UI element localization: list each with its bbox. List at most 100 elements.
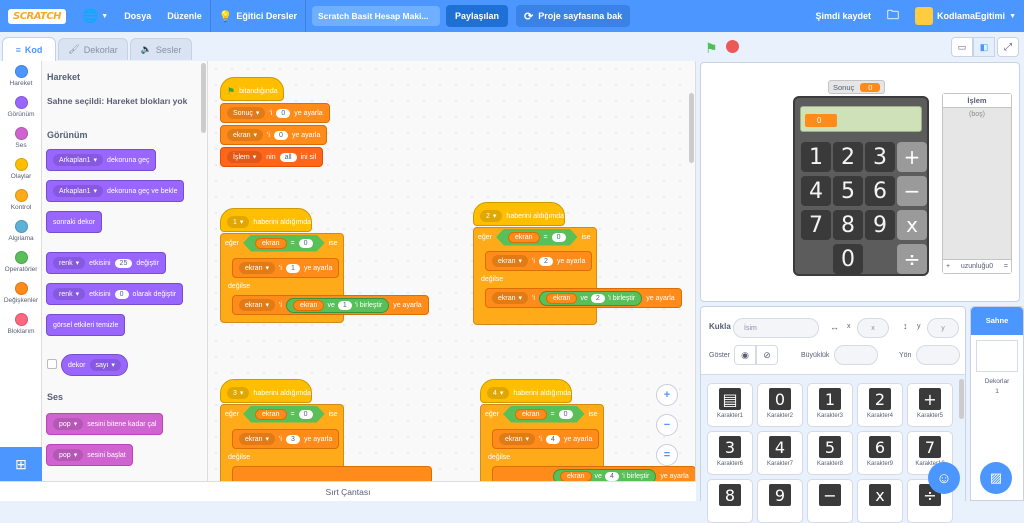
calc-key[interactable]: 4 <box>801 176 831 206</box>
category-8[interactable]: Değişkenler <box>0 278 42 309</box>
set-variable-block[interactable]: ekran'iekranve2'i birleştirye ayarla <box>485 288 682 308</box>
hide-button[interactable]: ⊘ <box>756 345 778 365</box>
y-input[interactable]: y <box>927 318 959 338</box>
choose-backdrop-button[interactable]: ▨ <box>980 462 1012 494</box>
reporter-checkbox[interactable] <box>47 359 57 369</box>
calc-key[interactable]: 7 <box>801 210 831 240</box>
category-3[interactable]: Ses <box>0 123 42 154</box>
category-5[interactable]: Kontrol <box>0 185 42 216</box>
value-input[interactable]: 0 <box>299 239 313 248</box>
sprite-tile[interactable]: 1 Karakter3 <box>807 383 853 427</box>
number-name-dropdown[interactable]: sayı <box>89 359 121 371</box>
effect-dropdown[interactable]: renk <box>53 257 86 269</box>
list-resize-handle[interactable]: = <box>1004 263 1008 270</box>
sprite-tile[interactable]: 6 Karakter9 <box>857 431 903 475</box>
sprite-name-input[interactable]: İsim <box>733 318 819 338</box>
add-extension-button[interactable]: ⊞ <box>0 447 42 481</box>
equals-operator[interactable]: ekran = 0 <box>496 229 578 246</box>
calc-key[interactable]: 1 <box>801 142 831 172</box>
calc-key[interactable]: 2 <box>833 142 863 172</box>
variable-monitor[interactable]: Sonuç 0 <box>828 80 886 94</box>
backpack[interactable]: Sırt Çantası <box>0 481 696 501</box>
edit-menu[interactable]: Düzenle <box>159 0 210 32</box>
backdrop-dropdown[interactable]: Arkaplan1 <box>53 154 104 166</box>
scratch-logo[interactable]: SCRATCH <box>8 8 67 24</box>
when-receive-hat[interactable]: 3haberini aldığımda <box>220 379 312 403</box>
when-flag-clicked-hat[interactable]: ⚑ bitandığında <box>220 77 284 101</box>
sprite-tile[interactable]: 9 <box>757 479 803 523</box>
calc-key[interactable]: − <box>897 176 927 206</box>
value-input[interactable]: 0 <box>559 410 573 419</box>
when-receive-hat[interactable]: 1haberini aldığımda <box>220 208 312 232</box>
message-dropdown[interactable]: 3 <box>227 387 250 399</box>
value-input[interactable]: 1 <box>337 300 352 310</box>
sprite-tile[interactable]: 3 Karakter6 <box>707 431 753 475</box>
palette-scrollbar[interactable] <box>201 63 206 133</box>
project-title-input[interactable]: Scratch Basit Hesap Maki... <box>311 6 440 26</box>
set-variable-block[interactable]: ekran'i2ye ayarla <box>485 251 593 271</box>
message-dropdown[interactable]: 2 <box>480 210 503 222</box>
scripts-area[interactable]: ⚑bitandığında Sonuç'i0ye ayarla ekran'i0… <box>208 61 696 481</box>
variable-dropdown[interactable]: ekran <box>239 433 276 445</box>
equals-operator[interactable]: ekran = 0 <box>243 406 325 423</box>
save-now-button[interactable]: Şimdi kaydet <box>808 0 880 32</box>
category-2[interactable]: Görünüm <box>0 92 42 123</box>
tab-sounds[interactable]: 🔈 Sesler <box>130 38 192 60</box>
set-variable-block[interactable]: ekran'i1ye ayarla <box>232 258 340 278</box>
list-monitor[interactable]: İşlem (boş) + uzunluğu0 = <box>942 93 1012 274</box>
category-4[interactable]: Olaylar <box>0 154 42 185</box>
sprite-tile[interactable]: 2 Karakter4 <box>857 383 903 427</box>
variable-reporter[interactable]: ekran <box>255 238 287 249</box>
set-variable-block[interactable]: ekran'i3ye ayarla <box>232 429 340 449</box>
list-add-button[interactable]: + <box>946 263 950 270</box>
join-operator[interactable]: ekran ve 2'i birleştir <box>538 290 643 306</box>
value-input[interactable]: 0 <box>276 108 291 118</box>
set-variable-block[interactable]: ekran'i4ye ayarla <box>492 429 600 449</box>
switch-backdrop-wait-block[interactable]: Arkaplan1dekoruna geç ve bekle <box>46 180 185 202</box>
sprite-tile[interactable]: 5 Karakter8 <box>807 431 853 475</box>
when-receive-hat[interactable]: 2haberini aldığımda <box>473 202 565 226</box>
variable-dropdown[interactable]: ekran <box>239 262 276 274</box>
variable-reporter[interactable]: ekran <box>545 292 578 304</box>
value-input[interactable]: 4 <box>545 434 560 444</box>
set-variable-block[interactable]: ekran'iekranve1'i birleştirye ayarla <box>232 295 429 315</box>
sprite-tile[interactable]: 8 <box>707 479 753 523</box>
sound-dropdown[interactable]: pop <box>53 449 84 461</box>
calc-key[interactable]: 6 <box>865 176 895 206</box>
set-variable-block[interactable] <box>232 466 432 481</box>
sprite-tile[interactable]: 0 Karakter2 <box>757 383 803 427</box>
zoom-out-button[interactable]: − <box>656 414 678 436</box>
calc-key[interactable]: ÷ <box>897 244 927 274</box>
x-input[interactable]: x <box>857 318 889 338</box>
switch-backdrop-block[interactable]: Arkaplan1dekoruna geç <box>46 149 157 171</box>
number-input[interactable]: 0 <box>114 289 129 299</box>
calc-key[interactable]: 5 <box>833 176 863 206</box>
set-effect-block[interactable]: renketkisini0olarak değiştir <box>46 283 184 305</box>
category-1[interactable]: Hareket <box>0 61 42 92</box>
account-menu[interactable]: KodlamaEgitimi ▼ <box>907 0 1024 32</box>
effect-dropdown[interactable]: renk <box>53 288 86 300</box>
play-sound-until-done-block[interactable]: popsesini bitene kadar çal <box>46 413 164 435</box>
see-project-page-button[interactable]: ⟳ Proje sayfasına bak <box>515 5 631 27</box>
sprite-tile[interactable]: ▤ Karakter1 <box>707 383 753 427</box>
set-variable-block[interactable]: ekran'i0ye ayarla <box>220 125 328 145</box>
variable-dropdown[interactable]: ekran <box>499 433 536 445</box>
file-menu[interactable]: Dosya <box>116 0 159 32</box>
variable-dropdown[interactable]: ekran <box>492 255 529 267</box>
tutorials-menu[interactable]: 💡 Eğitici Dersler <box>211 0 305 32</box>
category-9[interactable]: Bloklarım <box>0 309 42 340</box>
number-input[interactable]: 25 <box>114 258 133 268</box>
calculator-sprite[interactable]: 0 1 2 3 +4 5 6− 7 8 9 x 0 ÷ <box>793 96 929 276</box>
language-menu[interactable]: 🌐 ▼ <box>74 0 116 32</box>
variable-dropdown[interactable]: Sonuç <box>227 107 266 119</box>
set-variable-block[interactable]: Sonuç'i0ye ayarla <box>220 103 330 123</box>
direction-input[interactable] <box>916 345 960 365</box>
green-flag-button[interactable]: ⚑ <box>705 40 718 57</box>
zoom-in-button[interactable]: + <box>656 384 678 406</box>
message-dropdown[interactable]: 1 <box>227 216 250 228</box>
calc-key[interactable]: + <box>897 142 927 172</box>
list-dropdown[interactable]: İşlem <box>227 151 263 163</box>
stage-thumbnail[interactable] <box>976 340 1018 372</box>
my-stuff-button[interactable]: 🗀 <box>879 0 907 32</box>
calc-key[interactable]: 0 <box>833 244 863 274</box>
